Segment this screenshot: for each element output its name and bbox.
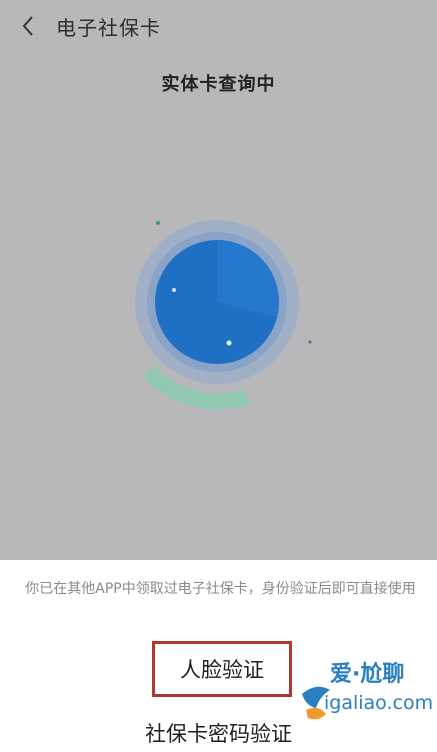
notice-text: 你已在其他APP中领取过电子社保卡，身份验证后即可直接使用 xyxy=(25,581,416,597)
back-button[interactable] xyxy=(16,13,40,39)
page-title: 电子社保卡 xyxy=(56,16,161,40)
face-verify-label: 人脸验证 xyxy=(180,658,264,682)
chevron-left-icon xyxy=(21,15,35,37)
scanning-animation xyxy=(117,192,317,412)
particle-dot xyxy=(308,340,312,344)
face-verify-button[interactable]: 人脸验证 xyxy=(152,641,292,697)
status-title: 实体卡查询中 xyxy=(161,74,276,95)
watermark: 爱·尬聊 igaliao.com xyxy=(296,654,433,744)
particle-dot xyxy=(156,221,160,225)
watermark-url: igaliao.com xyxy=(324,692,434,714)
particle-dot xyxy=(226,340,232,346)
top-nav-bar: 电子社保卡 xyxy=(0,0,437,52)
particle-dot xyxy=(172,288,176,292)
watermark-brand: 爱·尬聊 xyxy=(330,662,405,687)
